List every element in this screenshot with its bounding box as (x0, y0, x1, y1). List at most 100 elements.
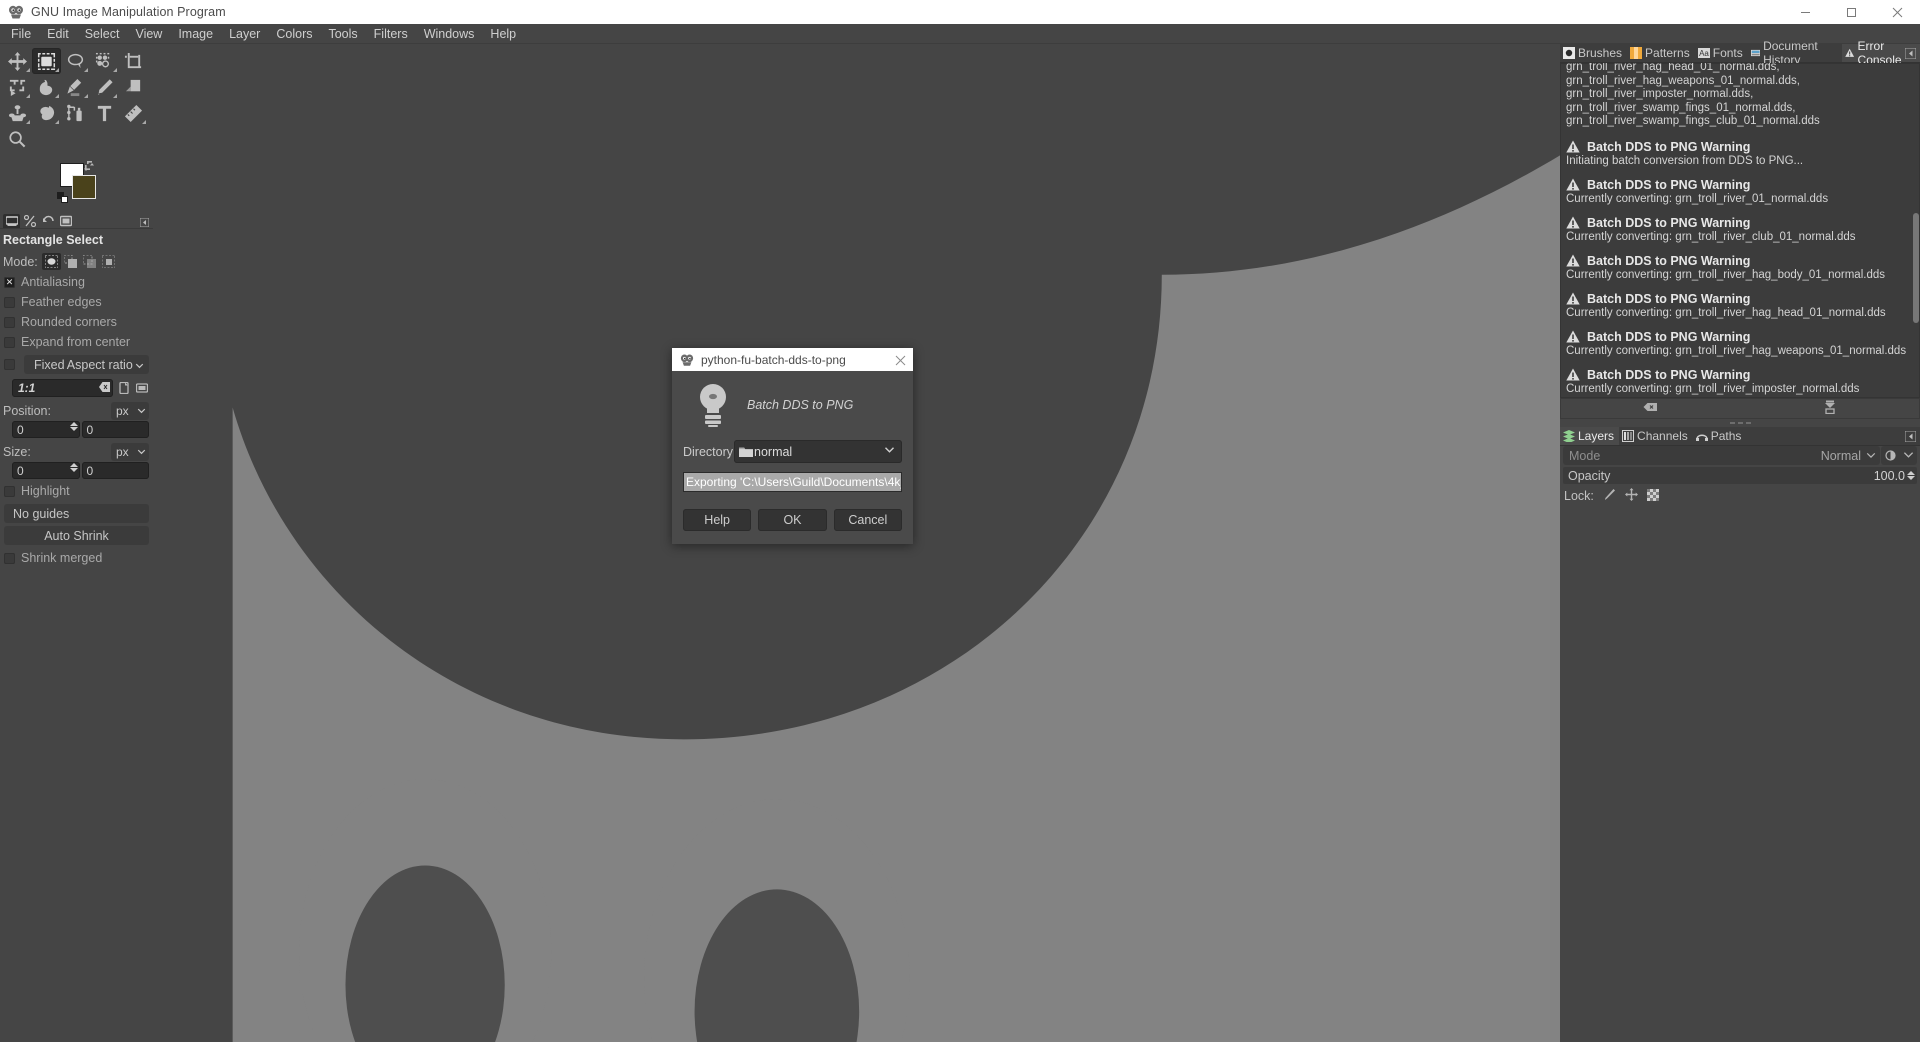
expand-from-center-checkbox[interactable]: Expand from center (0, 332, 153, 352)
unified-transform-tool[interactable] (3, 74, 32, 100)
aspect-ratio-input[interactable]: 1:1 (12, 379, 113, 397)
reset-colors-icon[interactable] (57, 192, 69, 204)
directory-select[interactable]: normal (734, 440, 902, 463)
tab-fonts[interactable]: Aa Fonts (1695, 44, 1748, 62)
size-height-input[interactable]: 0 (81, 462, 149, 479)
lock-position-icon[interactable] (1624, 488, 1638, 504)
tab-brushes[interactable]: Brushes (1560, 44, 1627, 62)
layer-list[interactable] (1560, 504, 1920, 1042)
menu-select[interactable]: Select (77, 24, 128, 44)
save-console-icon[interactable] (1823, 400, 1837, 417)
rounded-corners-checkbox[interactable]: Rounded corners (0, 312, 153, 332)
mode-subtract-button[interactable] (80, 253, 99, 270)
swap-colors-icon[interactable] (84, 160, 94, 171)
mode-intersect-button[interactable] (99, 253, 118, 270)
bucket-fill-tool[interactable] (32, 74, 61, 100)
channels-icon (1622, 430, 1635, 442)
position-x-input[interactable]: 0 (12, 421, 80, 438)
tab-patterns[interactable]: Patterns (1627, 44, 1695, 62)
dock-separator[interactable] (1560, 419, 1920, 427)
dock-menu-icon[interactable] (1904, 430, 1917, 443)
size-unit-select[interactable]: px (111, 443, 149, 461)
tab-undo-history[interactable] (39, 214, 56, 228)
position-y-input[interactable]: 0 (81, 421, 149, 438)
crop-tool[interactable] (119, 48, 148, 74)
background-color-swatch[interactable] (72, 175, 96, 199)
size-width-spinner[interactable] (69, 463, 78, 472)
maximize-button[interactable] (1828, 0, 1874, 24)
shrink-merged-checkbox[interactable]: Shrink merged (0, 548, 153, 568)
move-tool[interactable] (3, 48, 32, 74)
mode-add-button[interactable] (61, 253, 80, 270)
menu-file[interactable]: File (3, 24, 39, 44)
landscape-icon[interactable] (134, 381, 149, 396)
blend-space-select[interactable] (1881, 446, 1917, 465)
cancel-button[interactable]: Cancel (833, 509, 902, 531)
window-titlebar[interactable]: GNU Image Manipulation Program (0, 0, 1920, 24)
menu-image[interactable]: Image (170, 24, 221, 44)
smudge-tool[interactable] (32, 100, 61, 126)
tab-device-status[interactable] (21, 214, 38, 228)
help-button[interactable]: Help (683, 509, 752, 531)
error-console-panel[interactable]: grn_troll_river_hag_head_01_normal.dds, … (1560, 63, 1920, 398)
free-select-tool[interactable] (61, 48, 90, 74)
menu-tools[interactable]: Tools (320, 24, 365, 44)
menu-filters[interactable]: Filters (366, 24, 416, 44)
ok-button[interactable]: OK (758, 509, 827, 531)
dock-menu-icon[interactable] (1904, 47, 1917, 60)
mode-replace-button[interactable] (41, 253, 61, 270)
close-button[interactable] (1874, 0, 1920, 24)
fuzzy-select-tool[interactable] (90, 48, 119, 74)
clone-tool[interactable] (3, 100, 32, 126)
tab-layers[interactable]: Layers (1560, 427, 1620, 445)
zoom-tool[interactable] (3, 126, 32, 152)
clear-entry-icon[interactable] (99, 381, 110, 395)
lock-alpha-icon[interactable] (1646, 488, 1659, 504)
canvas-area[interactable]: python-fu-batch-dds-to-png Batch DDS to … (153, 44, 1560, 1042)
rectangle-select-tool[interactable] (32, 48, 61, 74)
warning-icon (1566, 140, 1580, 153)
dialog-titlebar[interactable]: python-fu-batch-dds-to-png (672, 348, 913, 371)
tab-images[interactable] (57, 214, 74, 228)
antialiasing-checkbox[interactable]: Antialiasing (0, 272, 153, 292)
portrait-icon[interactable] (116, 381, 131, 396)
tab-tool-options[interactable] (3, 213, 20, 228)
highlight-checkbox[interactable]: Highlight (0, 481, 153, 501)
console-entry-message: Currently converting: grn_troll_river_01… (1566, 192, 1829, 205)
text-tool[interactable] (90, 100, 119, 126)
layer-mode-select[interactable]: Mode Normal (1563, 446, 1880, 465)
script-fu-dialog[interactable]: python-fu-batch-dds-to-png Batch DDS to … (672, 348, 913, 544)
minimize-button[interactable] (1782, 0, 1828, 24)
ink-tool[interactable] (61, 100, 90, 126)
dialog-close-button[interactable] (892, 352, 908, 368)
size-width-input[interactable]: 0 (12, 462, 80, 479)
menu-colors[interactable]: Colors (268, 24, 320, 44)
position-fields: 0 0 (0, 421, 153, 440)
dock-menu-icon[interactable] (139, 216, 150, 228)
menu-edit[interactable]: Edit (39, 24, 77, 44)
menu-layer[interactable]: Layer (221, 24, 268, 44)
menu-windows[interactable]: Windows (416, 24, 483, 44)
position-unit-select[interactable]: px (111, 402, 149, 420)
measure-tool[interactable] (119, 100, 148, 126)
tab-document-history[interactable]: Document History (1748, 39, 1842, 67)
fixed-aspect-combo[interactable]: Fixed Aspect ratio (24, 355, 149, 374)
feather-edges-checkbox[interactable]: Feather edges (0, 292, 153, 312)
fixed-checkbox[interactable] (4, 359, 15, 370)
eraser-tool[interactable] (119, 74, 148, 100)
tab-channels[interactable]: Channels (1619, 427, 1693, 445)
console-scrollbar[interactable] (1913, 213, 1919, 323)
menu-view[interactable]: View (127, 24, 170, 44)
lock-pixels-icon[interactable] (1603, 488, 1616, 504)
opacity-spinner[interactable] (1907, 471, 1915, 480)
pencil-tool[interactable] (90, 74, 119, 100)
layer-opacity-slider[interactable]: Opacity 100.0 (1563, 467, 1917, 484)
console-entry-title: Batch DDS to PNG Warning (1587, 215, 1751, 230)
auto-shrink-button[interactable]: Auto Shrink (4, 526, 149, 545)
position-x-spinner[interactable] (69, 422, 78, 431)
menu-help[interactable]: Help (482, 24, 524, 44)
clear-console-icon[interactable] (1643, 400, 1657, 417)
gradient-tool[interactable] (61, 74, 90, 100)
tab-paths[interactable]: Paths (1693, 427, 1747, 445)
guides-select[interactable]: No guides (4, 504, 149, 523)
